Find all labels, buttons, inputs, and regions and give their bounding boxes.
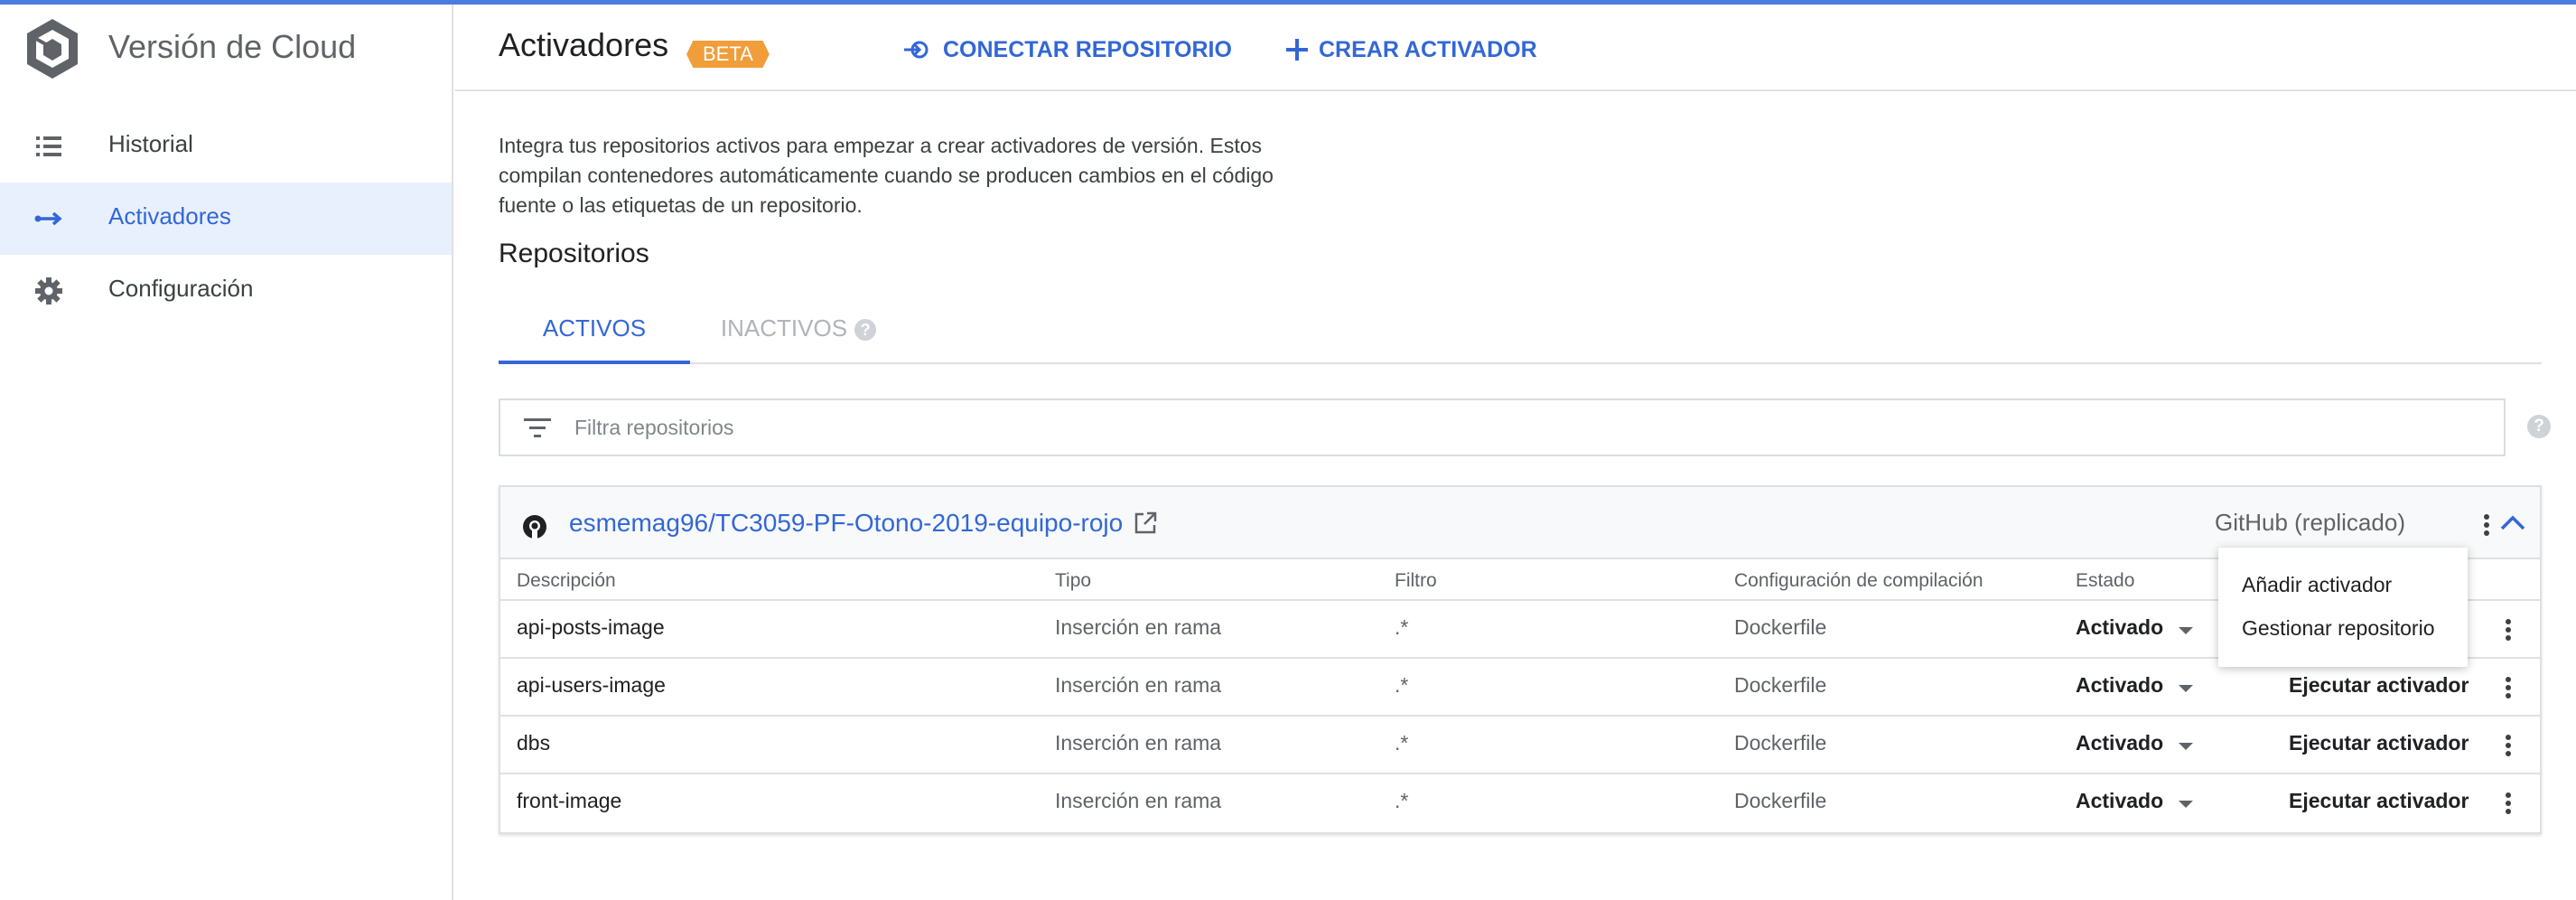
page-header: Activadores BETA CONECTAR REPOSITORIO CR… [455, 5, 2576, 91]
row-build-config: Dockerfile [1734, 673, 1827, 697]
github-icon [523, 515, 546, 539]
more-options-icon[interactable] [2495, 727, 2522, 764]
page-title: Activadores [499, 26, 669, 63]
chevron-down-icon[interactable] [2179, 685, 2193, 692]
row-status-dropdown[interactable]: Activado [2076, 673, 2163, 698]
row-filter: .* [1395, 731, 1409, 755]
column-header-filter: Filtro [1395, 570, 1437, 591]
tab-inactivos[interactable]: INACTIVOS? [690, 292, 907, 364]
sidebar: Versión de Cloud Historial Activadores C… [0, 5, 453, 900]
connect-repository-label: CONECTAR REPOSITORIO [943, 36, 1232, 62]
tab-label: INACTIVOS [720, 314, 848, 342]
list-icon [36, 136, 61, 156]
column-header-build-config: Configuración de compilación [1734, 570, 1983, 591]
row-type: Inserción en rama [1055, 731, 1222, 755]
sidebar-item-label: Historial [108, 130, 193, 157]
help-icon[interactable]: ? [854, 319, 877, 342]
app-title: Versión de Cloud [108, 28, 357, 65]
row-build-config: Dockerfile [1734, 615, 1827, 639]
column-header-type: Tipo [1055, 570, 1092, 591]
tab-label: ACTIVOS [542, 314, 647, 342]
sidebar-item-label: Configuración [108, 275, 254, 302]
repository-tabs: ACTIVOS INACTIVOS? [499, 292, 2542, 364]
repository-link[interactable]: esmemag96/TC3059-PF-Otono-2019-equipo-ro… [569, 509, 1123, 538]
row-description: dbs [517, 731, 551, 755]
external-link-icon[interactable] [1133, 511, 1158, 536]
row-type: Inserción en rama [1055, 615, 1222, 639]
run-trigger-button[interactable]: Ejecutar activador [2289, 731, 2469, 755]
cloud-build-logo-icon [27, 19, 78, 79]
column-header-status: Estado [2076, 570, 2135, 591]
plus-icon [1286, 39, 1308, 61]
menu-item-manage-repository[interactable]: Gestionar repositorio [2242, 616, 2435, 641]
connect-icon [904, 41, 929, 59]
table-row: front-image Inserción en rama .* Dockerf… [500, 773, 2540, 830]
sidebar-item-historial[interactable]: Historial [0, 110, 452, 183]
create-trigger-button[interactable]: CREAR ACTIVADOR [1284, 32, 1537, 68]
intro-text: Integra tus repositorios activos para em… [499, 134, 1274, 217]
row-filter: .* [1395, 673, 1409, 697]
filter-repositories-input[interactable] [574, 409, 2471, 445]
chevron-down-icon[interactable] [2179, 743, 2193, 750]
repository-source: GitHub (replicado) [2215, 509, 2405, 536]
gear-icon [35, 277, 62, 305]
sidebar-item-activadores[interactable]: Activadores [0, 183, 452, 255]
row-status-dropdown[interactable]: Activado [2076, 731, 2163, 755]
beta-badge: BETA [686, 41, 770, 68]
connect-repository-button[interactable]: CONECTAR REPOSITORIO [903, 32, 1232, 68]
run-trigger-button[interactable]: Ejecutar activador [2289, 673, 2469, 698]
row-type: Inserción en rama [1055, 673, 1222, 697]
repositories-heading: Repositorios [499, 239, 649, 268]
chevron-up-icon[interactable] [2498, 509, 2527, 538]
brand: Versión de Cloud [0, 5, 452, 91]
run-trigger-button[interactable]: Ejecutar activador [2289, 789, 2469, 813]
row-description: api-users-image [517, 673, 666, 697]
sidebar-item-configuracion[interactable]: Configuración [0, 255, 452, 327]
more-options-icon[interactable] [2495, 785, 2522, 821]
chevron-down-icon[interactable] [2179, 801, 2193, 808]
chevron-down-icon[interactable] [2179, 627, 2193, 634]
row-status-dropdown[interactable]: Activado [2076, 615, 2163, 640]
filter-icon [524, 418, 551, 437]
sidebar-item-label: Activadores [108, 202, 231, 230]
row-description: api-posts-image [517, 615, 665, 639]
more-options-icon[interactable] [2473, 507, 2500, 543]
more-options-icon[interactable] [2495, 670, 2522, 706]
row-filter: .* [1395, 615, 1409, 639]
row-description: front-image [517, 789, 622, 812]
table-row: dbs Inserción en rama .* Dockerfile Acti… [500, 715, 2540, 773]
help-icon[interactable]: ? [2527, 415, 2551, 438]
filter-box [499, 398, 2506, 456]
row-status-dropdown[interactable]: Activado [2076, 789, 2163, 813]
trigger-arrow-icon [34, 211, 62, 226]
row-filter: .* [1395, 789, 1409, 812]
repository-context-menu: Añadir activador Gestionar repositorio [2218, 548, 2468, 667]
create-trigger-label: CREAR ACTIVADOR [1319, 36, 1537, 62]
column-header-description: Descripción [517, 570, 616, 591]
row-build-config: Dockerfile [1734, 731, 1827, 755]
row-type: Inserción en rama [1055, 789, 1222, 812]
tab-activos[interactable]: ACTIVOS [499, 292, 690, 364]
menu-item-add-trigger[interactable]: Añadir activador [2242, 573, 2392, 597]
more-options-icon[interactable] [2495, 612, 2522, 648]
row-build-config: Dockerfile [1734, 789, 1827, 812]
